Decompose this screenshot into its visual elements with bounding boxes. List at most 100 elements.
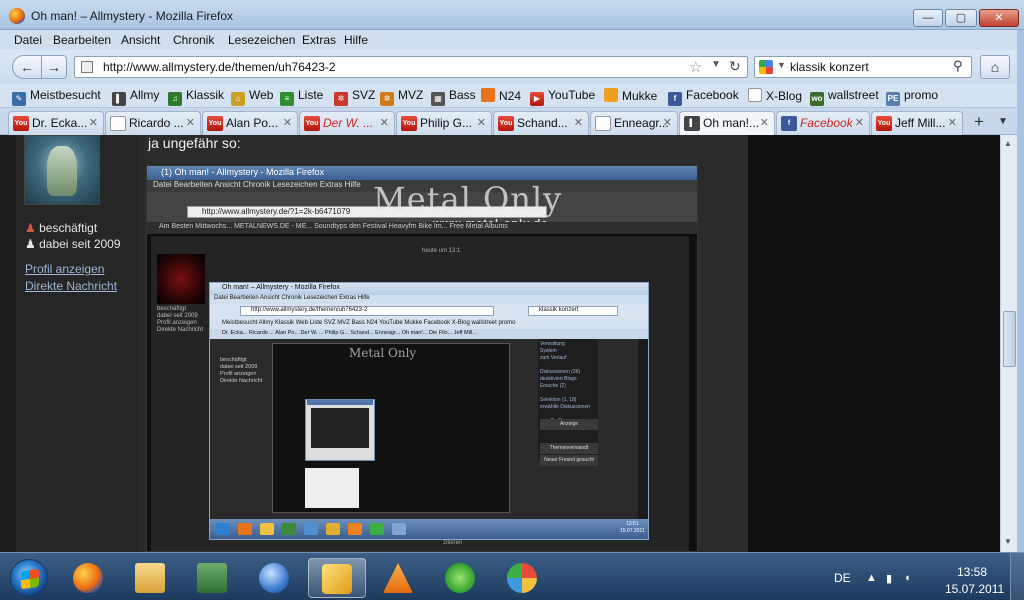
page-scrollbar[interactable]: ▲ ▼ xyxy=(1000,135,1017,552)
embedded-bookmarks: Am Besten Mittwochs... METALNEWS.DE - ME… xyxy=(147,222,697,234)
bookmark-wallstreet[interactable]: wo wallstreet xyxy=(810,88,879,106)
search-engine-dropdown-icon[interactable]: ▼ xyxy=(777,60,786,70)
youtube-icon: ▶ xyxy=(530,92,544,106)
clock-date[interactable]: 15.07.2011 xyxy=(945,582,1004,596)
close-button[interactable]: ✕ xyxy=(979,9,1019,27)
bookmark-web[interactable]: ⌂ Web xyxy=(231,88,273,106)
inner-paint-icon xyxy=(392,523,406,535)
url-text[interactable]: http://www.allmystery.de/themen/uh76423-… xyxy=(103,60,336,74)
taskbar-thunderbird[interactable] xyxy=(246,558,304,598)
taskbar-vlc[interactable] xyxy=(370,558,428,598)
taskbar-explorer[interactable] xyxy=(122,558,180,598)
tray-expand-icon[interactable]: ▲ xyxy=(866,572,877,584)
tab-close-icon[interactable]: ✕ xyxy=(574,116,583,129)
inner-winamp-icon xyxy=(326,523,340,535)
menu-datei[interactable]: Datei xyxy=(14,33,42,47)
tab-enneagr[interactable]: Enneagr... ✕ xyxy=(590,111,678,135)
volume-icon[interactable]: ◖ xyxy=(904,572,911,584)
search-input[interactable]: klassik konzert xyxy=(790,60,869,74)
window-frame-right xyxy=(1017,30,1024,552)
taskbar-icq[interactable] xyxy=(432,558,490,598)
avatar[interactable] xyxy=(24,135,100,205)
youtube-icon: You xyxy=(207,116,223,131)
language-indicator[interactable]: DE xyxy=(834,571,851,585)
menu-ansicht[interactable]: Ansicht xyxy=(121,33,160,47)
profile-link[interactable]: Profil anzeigen xyxy=(25,262,104,276)
tab-der-w[interactable]: You Der W. ... ✕ xyxy=(299,111,395,135)
scrollbar-thumb[interactable] xyxy=(1003,311,1016,367)
tab-ricardo[interactable]: Ricardo ... ✕ xyxy=(105,111,201,135)
maximize-button[interactable]: ▢ xyxy=(945,9,977,27)
bookmark-svz[interactable]: ✲ SVZ xyxy=(334,88,375,106)
menu-extras[interactable]: Extras xyxy=(302,33,336,47)
reload-icon[interactable]: ↻ xyxy=(729,58,741,75)
thunderbird-icon xyxy=(259,563,289,593)
tab-oh-man[interactable]: ▌ Oh man!... ✕ xyxy=(679,111,775,136)
tab-close-icon[interactable]: ✕ xyxy=(663,116,672,129)
tab-alan-po[interactable]: You Alan Po... ✕ xyxy=(202,111,298,135)
minimize-button[interactable]: — xyxy=(913,9,943,27)
new-tab-button[interactable]: + xyxy=(966,112,992,134)
bookmark-klassik[interactable]: ♫ Klassik xyxy=(168,88,224,106)
scroll-down-icon[interactable]: ▼ xyxy=(1004,537,1012,546)
tab-close-icon[interactable]: ✕ xyxy=(477,116,486,129)
tab-close-icon[interactable]: ✕ xyxy=(760,116,769,129)
taskbar-paint[interactable] xyxy=(494,558,552,598)
taskbar-network[interactable] xyxy=(184,558,242,598)
bookmark-promo[interactable]: PE promo xyxy=(886,88,938,106)
bookmark-star-icon[interactable]: ☆ xyxy=(689,58,702,76)
start-button[interactable] xyxy=(10,559,48,597)
scroll-up-icon[interactable]: ▲ xyxy=(1004,139,1012,148)
taskbar-firefox[interactable] xyxy=(60,558,118,598)
url-bar[interactable]: http://www.allmystery.de/themen/uh76423-… xyxy=(74,56,748,78)
taskbar-winamp[interactable] xyxy=(308,558,366,598)
tab-close-icon[interactable]: ✕ xyxy=(380,116,389,129)
tab-close-icon[interactable]: ✕ xyxy=(89,116,98,129)
status-person-icon: ♟ xyxy=(25,221,36,235)
tab-close-icon[interactable]: ✕ xyxy=(855,116,864,129)
tab-close-icon[interactable]: ✕ xyxy=(186,116,195,129)
search-bar[interactable]: ▼ klassik konzert ⚲ xyxy=(754,56,972,78)
tab-close-icon[interactable]: ✕ xyxy=(948,116,957,129)
bookmark-facebook[interactable]: f Facebook xyxy=(668,88,739,106)
menu-lesezeichen[interactable]: Lesezeichen xyxy=(228,33,295,47)
member-person-icon: ♟ xyxy=(25,237,36,251)
bookmark-meistbesucht[interactable]: ✎ Meistbesucht xyxy=(12,88,101,106)
site-identity-icon[interactable] xyxy=(81,61,93,73)
inner-url-bar: http://www.allmystery.de/themen/uh76423-… xyxy=(240,306,494,316)
bookmark-liste[interactable]: ≡ Liste xyxy=(280,88,323,106)
url-history-dropdown-icon[interactable]: ▼ xyxy=(711,59,721,70)
bookmark-mukke[interactable]: Mukke xyxy=(604,88,657,105)
menu-chronik[interactable]: Chronik xyxy=(173,33,214,47)
tab-list-dropdown-icon[interactable]: ▼ xyxy=(998,116,1008,127)
allmy-icon: ▌ xyxy=(112,92,126,106)
bookmark-mvz[interactable]: ✲ MVZ xyxy=(380,88,423,106)
tab-dr-eckart[interactable]: You Dr. Ecka... ✕ xyxy=(8,111,104,135)
bookmark-allmy[interactable]: ▌ Allmy xyxy=(112,88,159,106)
embedded-screenshot[interactable]: (1) Oh man! - Allmystery - Mozilla Firef… xyxy=(146,165,698,552)
usb-device-icon[interactable]: ▮ xyxy=(886,572,892,585)
forward-button[interactable]: → xyxy=(41,55,67,79)
bookmark-youtube[interactable]: ▶ YouTube xyxy=(530,88,595,106)
tab-jeff-mill[interactable]: You Jeff Mill... ✕ xyxy=(871,111,963,135)
bookmark-x-blog[interactable]: X-Blog xyxy=(748,88,802,105)
bookmark-bass[interactable]: ▦ Bass xyxy=(431,88,476,106)
menu-bearbeiten[interactable]: Bearbeiten xyxy=(53,33,111,47)
deep-window-content xyxy=(311,408,369,448)
search-icon[interactable]: ⚲ xyxy=(953,58,963,74)
facebook-icon: f xyxy=(668,92,682,106)
google-icon[interactable] xyxy=(759,60,773,74)
tab-close-icon[interactable]: ✕ xyxy=(283,116,292,129)
back-button[interactable]: ← xyxy=(12,55,42,79)
show-desktop-button[interactable] xyxy=(1010,553,1024,600)
window-title: Oh man! – Allmystery - Mozilla Firefox xyxy=(31,9,234,23)
bookmark-n24[interactable]: N24 xyxy=(481,88,521,105)
home-button[interactable]: ⌂ xyxy=(980,55,1010,79)
menu-bar: Datei Bearbeiten Ansicht Chronik Lesezei… xyxy=(0,30,1024,50)
tab-schand[interactable]: You Schand... ✕ xyxy=(493,111,589,135)
tab-philip-g[interactable]: You Philip G... ✕ xyxy=(396,111,492,135)
clock-time[interactable]: 13:58 xyxy=(957,565,987,579)
direct-message-link[interactable]: Direkte Nachricht xyxy=(25,279,117,293)
tab-facebook[interactable]: f Facebook ✕ xyxy=(776,111,870,135)
menu-hilfe[interactable]: Hilfe xyxy=(344,33,368,47)
